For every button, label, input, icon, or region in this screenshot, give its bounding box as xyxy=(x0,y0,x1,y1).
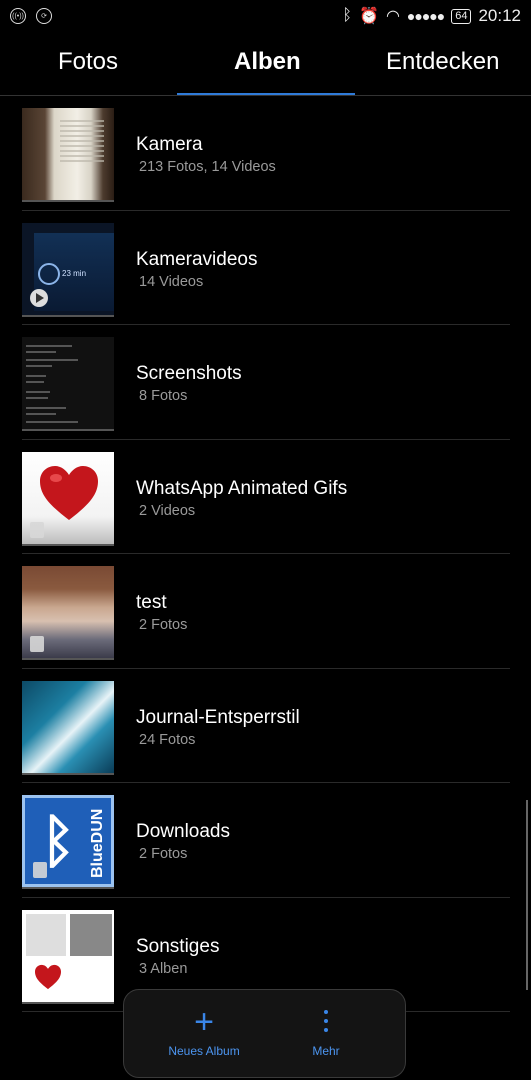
album-type-icon xyxy=(33,862,47,878)
album-row-whatsapp-gifs[interactable]: WhatsApp Animated Gifs 2 Videos xyxy=(0,440,531,554)
thumbnail-text: BlueDUN xyxy=(89,808,106,878)
bottom-toolbar: + Neues Album Mehr xyxy=(123,989,406,1078)
gif-icon xyxy=(30,521,44,538)
album-row-journal[interactable]: Journal-Entsperrstil 24 Fotos xyxy=(0,669,531,783)
album-thumbnail xyxy=(22,451,114,544)
thumbnail-stack xyxy=(22,314,114,317)
more-label: Mehr xyxy=(312,1044,340,1058)
thumbnail-stack xyxy=(22,887,114,889)
album-list[interactable]: Kamera 213 Fotos, 14 Videos 23 min Kamer… xyxy=(0,96,531,1012)
album-count: 24 Fotos xyxy=(139,731,196,748)
thumbnail-stack xyxy=(22,200,114,202)
heart-icon xyxy=(40,465,98,520)
album-thumbnail: ᛒ BlueDUN xyxy=(22,795,114,887)
album-row-kameravideos[interactable]: 23 min Kameravideos 14 Videos xyxy=(0,211,531,325)
battery-icon: 64 xyxy=(451,8,472,24)
album-row-downloads[interactable]: ᛒ BlueDUN Downloads 2 Fotos xyxy=(0,783,531,898)
alarm-icon: ⏰ xyxy=(359,8,379,25)
album-title: WhatsApp Animated Gifs xyxy=(136,477,348,499)
album-type-icon xyxy=(30,636,44,652)
sync-icon: ⟳ xyxy=(36,8,52,24)
play-icon xyxy=(30,288,48,307)
hotspot-icon: ((•)) xyxy=(10,8,26,24)
album-title: test xyxy=(136,592,167,613)
album-count: 2 Fotos xyxy=(139,617,188,633)
status-bar: ((•)) ⟳ ᛒ ⏰ ◠ ●●●●● 64 20:12 xyxy=(0,0,531,34)
album-count: 2 Videos xyxy=(139,502,196,519)
thumbnail-stack xyxy=(22,1001,114,1004)
album-title: Kameravideos xyxy=(136,248,258,270)
album-title: Journal-Entsperrstil xyxy=(136,706,300,728)
bluetooth-icon: ᛒ xyxy=(342,7,353,24)
album-thumbnail xyxy=(22,566,114,658)
tab-fotos[interactable]: Fotos xyxy=(58,48,118,76)
thumbnail-stack xyxy=(22,429,114,431)
album-thumbnail xyxy=(22,337,114,429)
album-thumbnail: 23 min xyxy=(22,222,114,315)
tab-bar: Fotos Alben Entdecken xyxy=(0,34,531,96)
scrollbar[interactable] xyxy=(526,800,528,990)
thumbnail-stack xyxy=(22,772,114,775)
more-vertical-icon xyxy=(256,1008,396,1038)
tab-alben[interactable]: Alben xyxy=(234,48,301,76)
new-album-button[interactable]: + Neues Album xyxy=(134,990,274,1077)
album-count: 213 Fotos, 14 Videos xyxy=(139,159,276,175)
album-count: 3 Alben xyxy=(139,960,188,977)
album-row-screenshots[interactable]: Screenshots 8 Fotos xyxy=(0,325,531,440)
album-thumbnail xyxy=(22,680,114,773)
album-count: 8 Fotos xyxy=(139,388,188,404)
album-thumbnail xyxy=(22,108,114,200)
thumbnail-text: 23 min xyxy=(62,268,87,278)
album-title: Screenshots xyxy=(136,363,242,384)
album-row-kamera[interactable]: Kamera 213 Fotos, 14 Videos xyxy=(0,96,531,211)
wifi-icon: ◠ xyxy=(385,8,400,25)
album-count: 14 Videos xyxy=(139,273,204,290)
album-row-test[interactable]: test 2 Fotos xyxy=(0,554,531,669)
tab-entdecken[interactable]: Entdecken xyxy=(386,48,499,76)
heart-icon xyxy=(35,964,61,989)
album-title: Sonstiges xyxy=(136,935,220,957)
plus-icon: + xyxy=(194,1003,214,1041)
signal-icon: ●●●●● xyxy=(406,8,445,24)
thumbnail-stack xyxy=(22,543,114,546)
new-album-label: Neues Album xyxy=(168,1044,240,1058)
thumbnail-stack xyxy=(22,658,114,660)
album-title: Kamera xyxy=(136,134,203,155)
album-count: 2 Fotos xyxy=(139,846,188,862)
more-button[interactable]: Mehr xyxy=(256,990,396,1077)
album-title: Downloads xyxy=(136,821,230,842)
clock: 20:12 xyxy=(478,6,521,25)
album-thumbnail xyxy=(22,909,114,1002)
